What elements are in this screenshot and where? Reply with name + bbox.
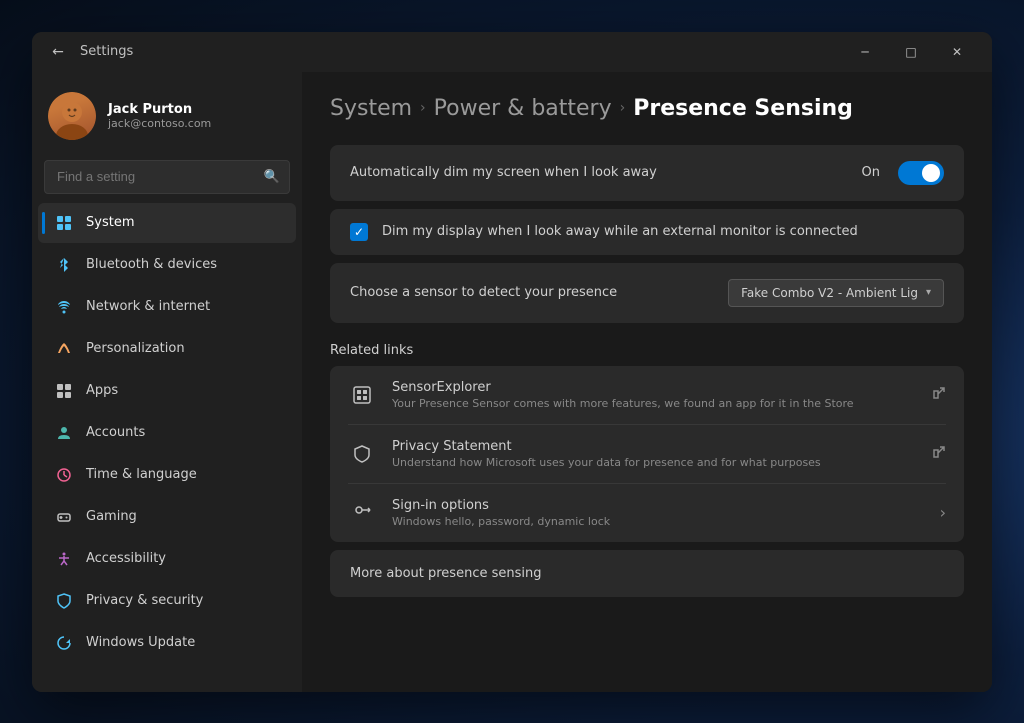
sidebar-item-bluetooth-label: Bluetooth & devices [86,257,217,272]
time-icon [54,465,74,485]
sign-in-text: Sign-in options Windows hello, password,… [392,498,924,528]
sign-in-options-link[interactable]: Sign-in options Windows hello, password,… [330,484,964,542]
dim-external-checkbox[interactable]: ✓ [350,223,368,241]
user-name: Jack Purton [108,102,286,117]
sidebar-item-network[interactable]: Network & internet [38,287,296,327]
breadcrumb-power[interactable]: Power & battery [434,96,612,121]
gaming-icon [54,507,74,527]
sidebar-item-gaming-label: Gaming [86,509,137,524]
sensor-value: Fake Combo V2 - Ambient Lig [741,286,918,300]
search-box: 🔍 [44,160,290,194]
sensor-explorer-desc: Your Presence Sensor comes with more fea… [392,397,916,410]
sign-in-chevron-icon: › [940,503,946,522]
breadcrumb-system[interactable]: System [330,96,412,121]
sensor-label: Choose a sensor to detect your presence [350,285,728,300]
privacy-statement-external-icon [932,445,946,462]
privacy-statement-desc: Understand how Microsoft uses your data … [392,456,916,469]
system-icon [54,213,74,233]
breadcrumb-sep-1: › [420,100,426,116]
sidebar-item-privacy[interactable]: Privacy & security [38,581,296,621]
user-profile[interactable]: Jack Purton jack@contoso.com [32,80,302,156]
sidebar: Jack Purton jack@contoso.com 🔍 System [32,72,302,692]
dim-screen-card: Automatically dim my screen when I look … [330,145,964,201]
window-title: Settings [80,44,842,59]
sensor-explorer-icon [348,381,376,409]
sensor-explorer-external-icon [932,386,946,403]
sidebar-item-update[interactable]: Windows Update [38,623,296,663]
sensor-explorer-link[interactable]: SensorExplorer Your Presence Sensor come… [330,366,964,424]
network-icon [54,297,74,317]
breadcrumb-sep-2: › [620,100,626,116]
dim-external-row: ✓ Dim my display when I look away while … [330,209,964,255]
search-input[interactable] [44,160,290,194]
sidebar-item-system-label: System [86,215,134,230]
sidebar-item-accessibility[interactable]: Accessibility [38,539,296,579]
sensor-dropdown-arrow: ▾ [926,287,931,298]
settings-window: ← Settings ─ □ ✕ [32,32,992,692]
titlebar: ← Settings ─ □ ✕ [32,32,992,72]
sidebar-item-apps[interactable]: Apps [38,371,296,411]
sign-in-desc: Windows hello, password, dynamic lock [392,515,924,528]
sensor-dropdown[interactable]: Fake Combo V2 - Ambient Lig ▾ [728,279,944,307]
related-links-card: SensorExplorer Your Presence Sensor come… [330,366,964,542]
privacy-statement-text: Privacy Statement Understand how Microso… [392,439,916,469]
bluetooth-icon [54,255,74,275]
privacy-icon [54,591,74,611]
sensor-row: Choose a sensor to detect your presence … [330,263,964,323]
user-info: Jack Purton jack@contoso.com [108,102,286,130]
maximize-button[interactable]: □ [888,36,934,68]
sidebar-item-accounts-label: Accounts [86,425,145,440]
sidebar-item-apps-label: Apps [86,383,118,398]
personalization-icon [54,339,74,359]
sign-in-title: Sign-in options [392,498,924,513]
checkbox-checkmark: ✓ [354,225,364,239]
sidebar-item-time-label: Time & language [86,467,197,482]
sensor-explorer-title: SensorExplorer [392,380,916,395]
search-icon: 🔍 [264,169,280,184]
avatar [48,92,96,140]
dim-screen-label: Automatically dim my screen when I look … [350,165,862,180]
back-button[interactable]: ← [44,38,72,66]
dim-screen-toggle[interactable] [898,161,944,185]
related-links-title: Related links [330,343,964,358]
sidebar-item-update-label: Windows Update [86,635,195,650]
sensor-explorer-text: SensorExplorer Your Presence Sensor come… [392,380,916,410]
privacy-statement-icon [348,440,376,468]
dim-external-label: Dim my display when I look away while an… [382,224,858,239]
close-button[interactable]: ✕ [934,36,980,68]
sidebar-item-accessibility-label: Accessibility [86,551,166,566]
sidebar-item-personalization[interactable]: Personalization [38,329,296,369]
apps-icon [54,381,74,401]
minimize-button[interactable]: ─ [842,36,888,68]
accessibility-icon [54,549,74,569]
sidebar-item-system[interactable]: System [38,203,296,243]
dim-screen-row: Automatically dim my screen when I look … [330,145,964,201]
sidebar-item-accounts[interactable]: Accounts [38,413,296,453]
update-icon [54,633,74,653]
sign-in-icon [348,499,376,527]
breadcrumb: System › Power & battery › Presence Sens… [330,96,964,121]
user-email: jack@contoso.com [108,117,286,130]
content-area: Jack Purton jack@contoso.com 🔍 System [32,72,992,692]
sidebar-item-time[interactable]: Time & language [38,455,296,495]
toggle-row: On [862,161,944,185]
breadcrumb-current: Presence Sensing [633,96,853,121]
sidebar-item-bluetooth[interactable]: Bluetooth & devices [38,245,296,285]
sidebar-item-gaming[interactable]: Gaming [38,497,296,537]
sidebar-item-privacy-label: Privacy & security [86,593,203,608]
sidebar-item-personalization-label: Personalization [86,341,185,356]
sidebar-item-network-label: Network & internet [86,299,210,314]
main-content: System › Power & battery › Presence Sens… [302,72,992,692]
more-link-label: More about presence sensing [350,566,541,581]
window-controls: ─ □ ✕ [842,36,980,68]
more-link[interactable]: More about presence sensing [330,550,964,597]
toggle-state-label: On [862,165,880,180]
accounts-icon [54,423,74,443]
privacy-statement-link[interactable]: Privacy Statement Understand how Microso… [330,425,964,483]
privacy-statement-title: Privacy Statement [392,439,916,454]
